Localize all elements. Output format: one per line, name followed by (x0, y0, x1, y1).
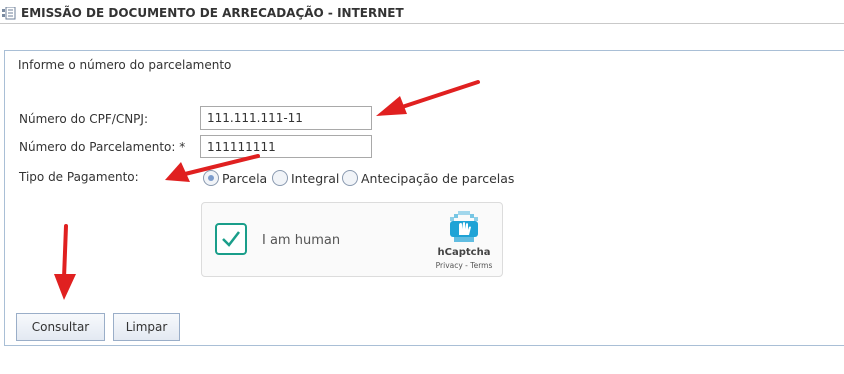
hcaptcha-logo-icon (450, 211, 478, 242)
header-divider (0, 23, 844, 24)
hcaptcha-widget: I am human hCaptcha Privacy - Terms (201, 202, 503, 277)
limpar-button[interactable]: Limpar (113, 313, 180, 341)
cpf-input[interactable] (200, 106, 372, 130)
page-header: EMISSÃO DE DOCUMENTO DE ARRECADAÇÃO - IN… (2, 5, 404, 21)
arrow-annotation-consultar (54, 224, 76, 300)
page-title: EMISSÃO DE DOCUMENTO DE ARRECADAÇÃO - IN… (21, 6, 404, 20)
radio-antecipacao-button[interactable] (342, 170, 358, 186)
tipo-pagamento-label: Tipo de Pagamento: (19, 170, 139, 184)
cpf-label: Número do CPF/CNPJ: (19, 112, 148, 126)
consultar-button[interactable]: Consultar (16, 313, 105, 341)
captcha-text: I am human (262, 233, 341, 248)
arrow-annotation-tipo (165, 154, 260, 182)
arrow-annotation-cpf (376, 80, 480, 116)
radio-antecipacao-label: Antecipação de parcelas (361, 170, 515, 186)
form-legend: Informe o número do parcelamento (18, 58, 232, 72)
captcha-checkbox[interactable] (215, 223, 247, 255)
captcha-links[interactable]: Privacy - Terms (430, 261, 498, 270)
radio-antecipacao[interactable]: Antecipação de parcelas (342, 170, 514, 186)
radio-integral-label: Integral (291, 170, 340, 186)
document-icon (2, 6, 17, 20)
checkmark-icon (222, 231, 240, 247)
parcelamento-label: Número do Parcelamento: * (19, 140, 186, 154)
radio-integral-button[interactable] (272, 170, 288, 186)
captcha-brand: hCaptcha (437, 247, 491, 258)
radio-integral[interactable]: Integral (272, 170, 339, 186)
